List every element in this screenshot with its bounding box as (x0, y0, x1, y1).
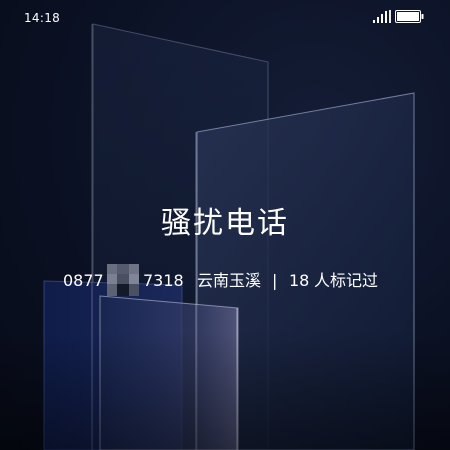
tag-count-label: 人标记过 (314, 271, 379, 290)
battery-icon (395, 10, 424, 23)
info-separator: | (272, 271, 278, 290)
signal-icon (373, 10, 391, 23)
caller-location: 云南玉溪 (197, 271, 262, 290)
incoming-call-screen: 14:18 骚扰电话 0877 7318 云南玉溪 | 18 人标记过 (0, 0, 450, 450)
status-time: 14:18 (24, 11, 61, 25)
status-bar: 14:18 (0, 0, 450, 34)
phone-number-prefix: 0877 (63, 271, 104, 290)
phone-number-mask (107, 264, 139, 296)
phone-number-suffix: 7318 (143, 271, 184, 290)
tag-count: 18 (289, 271, 310, 290)
call-label-title: 骚扰电话 (161, 206, 289, 241)
